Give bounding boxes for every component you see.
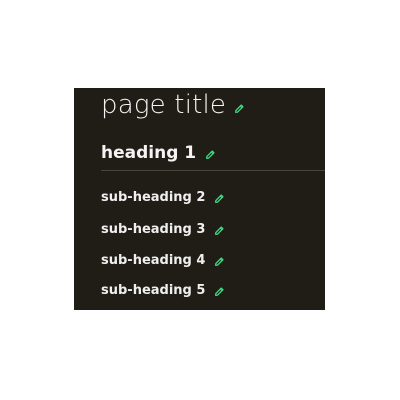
pencil-icon [206, 150, 215, 159]
pencil-icon [215, 194, 224, 203]
pencil-icon [215, 287, 224, 296]
sub-heading-row: sub-heading 3 [101, 222, 225, 237]
edit-sub-heading-3-pencil-icon[interactable] [214, 225, 225, 236]
sub-heading-4: sub-heading 4 [101, 253, 206, 268]
sub-heading-row: sub-heading 4 [101, 253, 225, 268]
sub-heading-2: sub-heading 2 [101, 190, 206, 205]
page-title: page title [101, 90, 227, 120]
page-title-row: page title [101, 90, 245, 120]
heading-1: heading 1 [101, 143, 197, 163]
sub-heading-3: sub-heading 3 [101, 222, 206, 237]
edit-sub-heading-2-pencil-icon[interactable] [214, 193, 225, 204]
pencil-icon [215, 257, 224, 266]
pencil-icon [235, 103, 244, 113]
heading-divider [101, 170, 325, 171]
edit-sub-heading-5-pencil-icon[interactable] [214, 286, 225, 297]
edit-page-title-pencil-icon[interactable] [234, 103, 245, 114]
sub-heading-5: sub-heading 5 [101, 283, 206, 298]
headings-panel: page title heading 1 sub-heading 2 sub-h… [74, 88, 325, 310]
pencil-icon [215, 226, 224, 235]
edit-heading-1-pencil-icon[interactable] [205, 149, 216, 160]
heading-1-row: heading 1 [101, 143, 216, 163]
sub-heading-row: sub-heading 2 [101, 190, 225, 205]
sub-heading-row: sub-heading 5 [101, 283, 225, 298]
edit-sub-heading-4-pencil-icon[interactable] [214, 256, 225, 267]
